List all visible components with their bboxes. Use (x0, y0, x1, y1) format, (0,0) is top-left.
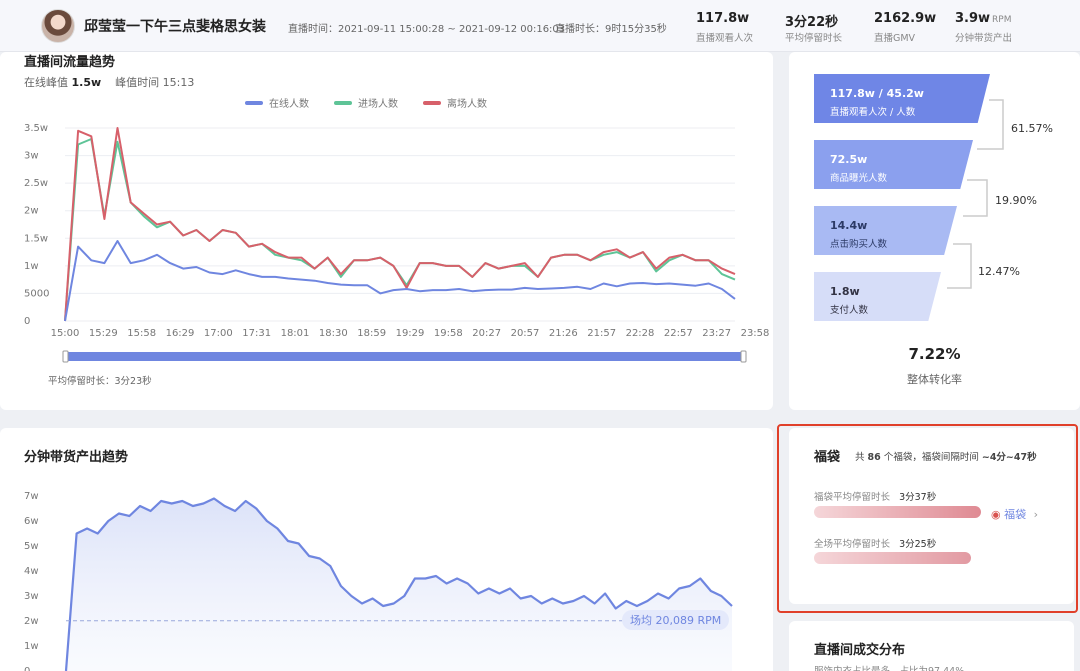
deal-distribution-card: 直播间成交分布 服饰内衣占比最多，占比为97.44% (789, 621, 1074, 671)
traffic-trend-card: 直播间流量趋势 在线峰值 1.5w 峰值时间 15:13 在线人数 进场人数 离场人… (0, 52, 773, 410)
stat-viewers-label: 直播观看人次 (696, 33, 754, 44)
x-tick-label: 20:57 (511, 328, 540, 339)
avg-stay-note: 平均停留时长：3分23秒 (48, 376, 152, 387)
x-tick-label: 18:59 (357, 328, 386, 339)
host-name: 邱莹莹一下午三点斐格思女装 (84, 19, 266, 35)
y-tick-label: 2w (24, 616, 39, 627)
deal-subtitle: 服饰内衣占比最多，占比为97.44% (814, 663, 964, 671)
stat-rpm-value: 3.9w RPM (955, 11, 1012, 26)
stat-avg-stay-label: 平均停留时长 (785, 33, 843, 44)
y-tick-label: 2.5w (24, 178, 48, 189)
y-tick-label: 4w (24, 566, 39, 577)
x-tick-label: 22:57 (664, 328, 693, 339)
x-tick-label: 15:00 (51, 328, 80, 339)
traffic-line-chart[interactable]: 在线人数 进场人数 离场人数 0 5000 1w 1.5w 2w 2.5w 3w 3.5w 15:… (0, 52, 773, 410)
deal-title: 直播间成交分布 (814, 643, 906, 658)
y-tick-label: 2w (24, 206, 39, 217)
rate-step-1: 61.57% (1011, 122, 1053, 135)
x-tick-label: 23:27 (702, 328, 731, 339)
legend-swatch[interactable] (423, 101, 441, 105)
y-tick-label: 0 (24, 666, 30, 671)
x-tick-label: 19:58 (434, 328, 463, 339)
x-tick-label: 17:31 (242, 328, 271, 339)
host-avatar[interactable] (41, 9, 75, 43)
conversion-funnel-card: 117.8w / 45.2w 直播观看人次 / 人数 72.5w 商品曝光人数 14… (789, 52, 1080, 410)
legend-swatch[interactable] (334, 101, 352, 105)
rpm-trend-card: 分钟带货产出趋势 01w2w3w4w5w6w7w 场均 20,089 RPM (0, 428, 773, 671)
legend-label[interactable]: 进场人数 (358, 97, 398, 110)
slider-left-handle[interactable] (62, 350, 69, 363)
y-tick-label: 1.5w (24, 233, 48, 244)
stat-gmv-label: 直播GMV (874, 33, 916, 44)
x-tick-label: 23:58 (741, 328, 770, 339)
y-tick-label: 3w (24, 591, 39, 602)
y-tick-label: 3.5w (24, 123, 48, 134)
live-time: 直播时间：2021-09-11 15:00:28 ~ 2021-09-12 00… (288, 24, 566, 35)
rpm-area-fill (66, 498, 732, 671)
rate-step-3: 12.47% (978, 265, 1020, 278)
stat-viewers-value: 117.8w (696, 11, 750, 26)
x-tick-label: 20:27 (472, 328, 501, 339)
x-tick-label: 22:28 (626, 328, 655, 339)
legend-swatch[interactable] (245, 101, 263, 105)
time-range-slider[interactable] (65, 352, 746, 361)
x-tick-label: 18:01 (281, 328, 310, 339)
y-tick-label: 5000 (24, 288, 49, 299)
x-tick-label: 21:26 (549, 328, 578, 339)
slider-right-handle[interactable] (740, 350, 747, 363)
legend-label[interactable]: 在线人数 (269, 97, 309, 110)
y-tick-label: 5w (24, 541, 39, 552)
x-tick-label: 19:29 (396, 328, 425, 339)
x-tick-label: 15:29 (89, 328, 118, 339)
stat-avg-stay-value: 3分22秒 (785, 15, 839, 30)
x-tick-label: 17:00 (204, 328, 233, 339)
stat-rpm-label: 分钟带货产出 (955, 33, 1013, 44)
x-tick-label: 16:29 (166, 328, 195, 339)
overall-conversion-label: 整体转化率 (907, 373, 962, 386)
x-tick-label: 18:30 (319, 328, 348, 339)
y-tick-label: 7w (24, 491, 39, 502)
rpm-average-badge: 场均 20,089 RPM (622, 610, 730, 630)
x-tick-label: 15:58 (127, 328, 156, 339)
overall-conversion-value: 7.22% (908, 345, 961, 363)
highlight-box (777, 424, 1078, 613)
rpm-area-chart[interactable]: 0 1w 2w 3w 4w 5w 6w 7w (0, 428, 773, 671)
rate-step-2: 19.90% (995, 194, 1037, 207)
x-tick-label: 21:57 (587, 328, 616, 339)
y-tick-label: 3w (24, 151, 39, 162)
y-tick-label: 0 (24, 316, 30, 327)
live-header: 邱莹莹一下午三点斐格思女装 直播时间：2021-09-11 15:00:28 ~… (0, 0, 1080, 52)
y-tick-label: 6w (24, 516, 39, 527)
live-duration: 直播时长：9时15分35秒 (555, 24, 667, 35)
legend-label[interactable]: 离场人数 (447, 97, 487, 110)
stat-gmv-value: 2162.9w (874, 11, 937, 26)
y-tick-label: 1w (24, 261, 39, 272)
series-line-0[interactable] (64, 240, 736, 322)
y-tick-label: 1w (24, 641, 39, 652)
